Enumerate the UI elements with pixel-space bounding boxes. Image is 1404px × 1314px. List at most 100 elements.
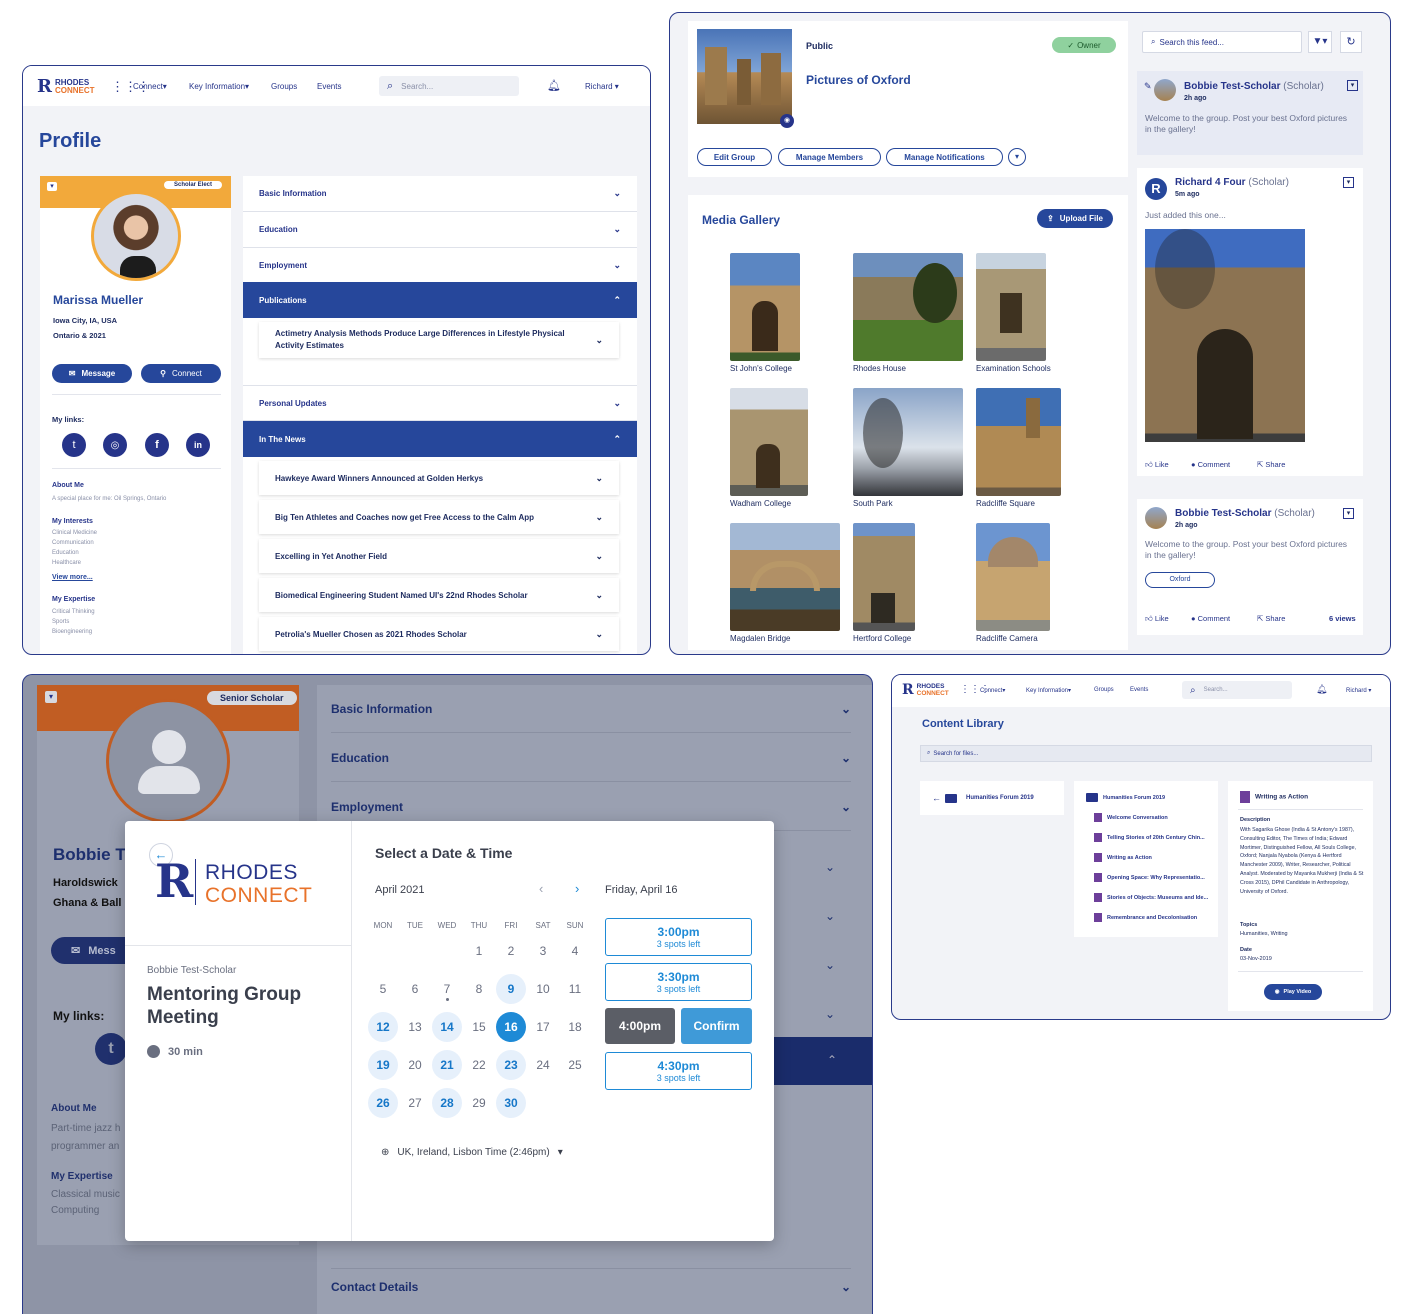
gallery-photo[interactable]: [853, 523, 915, 631]
like-button[interactable]: 👍︎ Like: [1145, 460, 1169, 470]
comment-button[interactable]: ● Comment: [1191, 614, 1230, 623]
twitter-icon[interactable]: t: [62, 433, 86, 457]
nav-events[interactable]: Events: [317, 82, 341, 91]
profile-window: R RHODES CONNECT ⋮⋮⋮ Connect▾ Key Informa…: [22, 65, 651, 655]
message-button[interactable]: ✉ Message: [52, 364, 132, 383]
refresh-icon[interactable]: ↻: [1340, 31, 1362, 53]
date-label: Date: [1240, 947, 1252, 953]
nav-connect[interactable]: Connect▾: [980, 687, 1005, 694]
gallery-photo[interactable]: [730, 388, 808, 496]
news-item[interactable]: Biomedical Engineering Student Named UI'…: [259, 578, 619, 612]
facebook-icon[interactable]: f: [145, 433, 169, 457]
like-button[interactable]: 👍︎ Like: [1145, 614, 1169, 624]
calendar-day[interactable]: 21: [432, 1050, 462, 1080]
news-item[interactable]: Excelling in Yet Another Field ⌄: [259, 539, 619, 573]
manage-members-button[interactable]: Manage Members: [778, 148, 881, 166]
instagram-icon[interactable]: ◎: [103, 433, 127, 457]
nav-connect[interactable]: Connect▾: [133, 82, 167, 91]
edit-group-button[interactable]: Edit Group: [697, 148, 772, 166]
search-input[interactable]: ⌕ Search...: [1182, 681, 1292, 699]
post-menu-icon[interactable]: ▾: [1347, 80, 1358, 91]
view-more-link[interactable]: View more...: [52, 574, 93, 581]
file-item[interactable]: Writing as Action: [1094, 853, 1152, 862]
nav-key-information[interactable]: Key Information▾: [1026, 687, 1071, 694]
nav-groups[interactable]: Groups: [1094, 687, 1114, 693]
back-folder-card[interactable]: ← Humanities Forum 2019: [920, 781, 1064, 815]
gallery-photo[interactable]: [976, 523, 1050, 631]
news-item[interactable]: Hawkeye Award Winners Announced at Golde…: [259, 461, 619, 495]
folder-item[interactable]: Humanities Forum 2019: [1086, 793, 1165, 802]
bell-icon[interactable]: 🔔︎: [547, 79, 561, 92]
manage-notifications-button[interactable]: Manage Notifications: [886, 148, 1003, 166]
share-button[interactable]: ⇱ Share: [1257, 614, 1285, 623]
search-input[interactable]: ⌕ Search...: [379, 76, 519, 96]
play-video-button[interactable]: ◉ Play Video: [1264, 984, 1322, 1000]
timezone-select[interactable]: ⊕ UK, Ireland, Lisbon Time (2:46pm) ▾: [381, 1147, 563, 1158]
rhodes-connect-logo[interactable]: R RHODES CONNECT: [902, 682, 949, 698]
comment-button[interactable]: ● Comment: [1191, 460, 1230, 469]
gallery-photo[interactable]: [853, 253, 963, 361]
nav-groups[interactable]: Groups: [271, 82, 297, 91]
post-menu-icon[interactable]: ▾: [1343, 508, 1354, 519]
news-item[interactable]: Petrolia's Mueller Chosen as 2021 Rhodes…: [259, 617, 619, 651]
file-item[interactable]: Stories of Objects: Museums and Ide...: [1094, 893, 1208, 902]
file-item[interactable]: Opening Space: Why Representatio...: [1094, 873, 1205, 882]
post-menu-icon[interactable]: ▾: [1343, 177, 1354, 188]
post-author[interactable]: Bobbie Test-Scholar (Scholar): [1184, 81, 1324, 92]
publication-item[interactable]: Actimetry Analysis Methods Produce Large…: [259, 322, 619, 358]
section-employment[interactable]: Employment ⌄: [243, 248, 637, 284]
news-item[interactable]: Big Ten Athletes and Coaches now get Fre…: [259, 500, 619, 534]
post-tag[interactable]: Oxford: [1145, 572, 1215, 588]
post-photo[interactable]: [1145, 229, 1305, 442]
calendar-day[interactable]: 23: [496, 1050, 526, 1080]
next-month-button[interactable]: ›: [575, 881, 579, 896]
photo-caption: Examination Schools: [976, 364, 1051, 373]
section-basic-information[interactable]: Basic Information ⌄: [243, 176, 637, 212]
upload-file-button[interactable]: ⇪ Upload File: [1037, 209, 1113, 228]
camera-icon[interactable]: ◉: [780, 114, 794, 128]
post-author[interactable]: Bobbie Test-Scholar (Scholar): [1175, 508, 1315, 519]
time-slot[interactable]: 3:30pm 3 spots left: [605, 963, 752, 1001]
section-publications[interactable]: Publications ⌃: [243, 282, 637, 318]
share-button[interactable]: ⇱ Share: [1257, 460, 1285, 469]
user-menu[interactable]: Richard ▾: [585, 82, 619, 91]
file-item[interactable]: Telling Stories of 20th Century Chin...: [1094, 833, 1205, 842]
section-in-the-news[interactable]: In The News ⌃: [243, 421, 637, 457]
rhodes-connect-logo[interactable]: R RHODES CONNECT: [37, 76, 95, 97]
post-author[interactable]: Richard 4 Four (Scholar): [1175, 177, 1289, 188]
calendar-day[interactable]: 28: [432, 1088, 462, 1118]
calendar-day[interactable]: 19: [368, 1050, 398, 1080]
gallery-photo[interactable]: [730, 253, 800, 361]
prev-month-button[interactable]: ‹: [539, 881, 543, 896]
calendar-day[interactable]: 12: [368, 1012, 398, 1042]
gallery-photo[interactable]: [976, 253, 1046, 361]
calendar-day[interactable]: 9: [496, 974, 526, 1004]
bell-icon[interactable]: 🔔︎: [1316, 684, 1327, 695]
user-menu[interactable]: Richard ▾: [1346, 687, 1371, 694]
calendar-day: 10: [536, 982, 550, 996]
more-options-icon[interactable]: ▾: [1008, 148, 1026, 166]
file-item[interactable]: Welcome Conversation: [1094, 813, 1168, 822]
confirm-button[interactable]: Confirm: [681, 1008, 752, 1044]
gallery-photo[interactable]: [730, 523, 840, 631]
section-education[interactable]: Education ⌄: [243, 212, 637, 248]
filter-icon[interactable]: ▼▾: [1308, 31, 1332, 53]
feed-search[interactable]: ⌕ Search this feed...: [1142, 31, 1302, 53]
library-search-input[interactable]: ⌕ Search for files...: [920, 745, 1372, 762]
nav-key-information[interactable]: Key Information▾: [189, 82, 249, 91]
file-item[interactable]: Remembrance and Decolonisation: [1094, 913, 1197, 922]
calendar-day[interactable]: 26: [368, 1088, 398, 1118]
calendar-day-selected[interactable]: 16: [496, 1012, 526, 1042]
connect-button[interactable]: ⚲ Connect: [141, 364, 221, 383]
time-slot[interactable]: 4:30pm 3 spots left: [605, 1052, 752, 1090]
gallery-photo[interactable]: [976, 388, 1061, 496]
time-slot-selected[interactable]: 4:00pm: [605, 1008, 675, 1044]
linkedin-icon[interactable]: in: [186, 433, 210, 457]
calendar-day[interactable]: 30: [496, 1088, 526, 1118]
section-personal-updates[interactable]: Personal Updates ⌄: [243, 385, 637, 421]
gallery-photo[interactable]: [853, 388, 963, 496]
time-slot[interactable]: 3:00pm 3 spots left: [605, 918, 752, 956]
nav-events[interactable]: Events: [1130, 687, 1148, 693]
dropdown-toggle-icon[interactable]: ▾: [47, 182, 57, 191]
calendar-day[interactable]: 14: [432, 1012, 462, 1042]
